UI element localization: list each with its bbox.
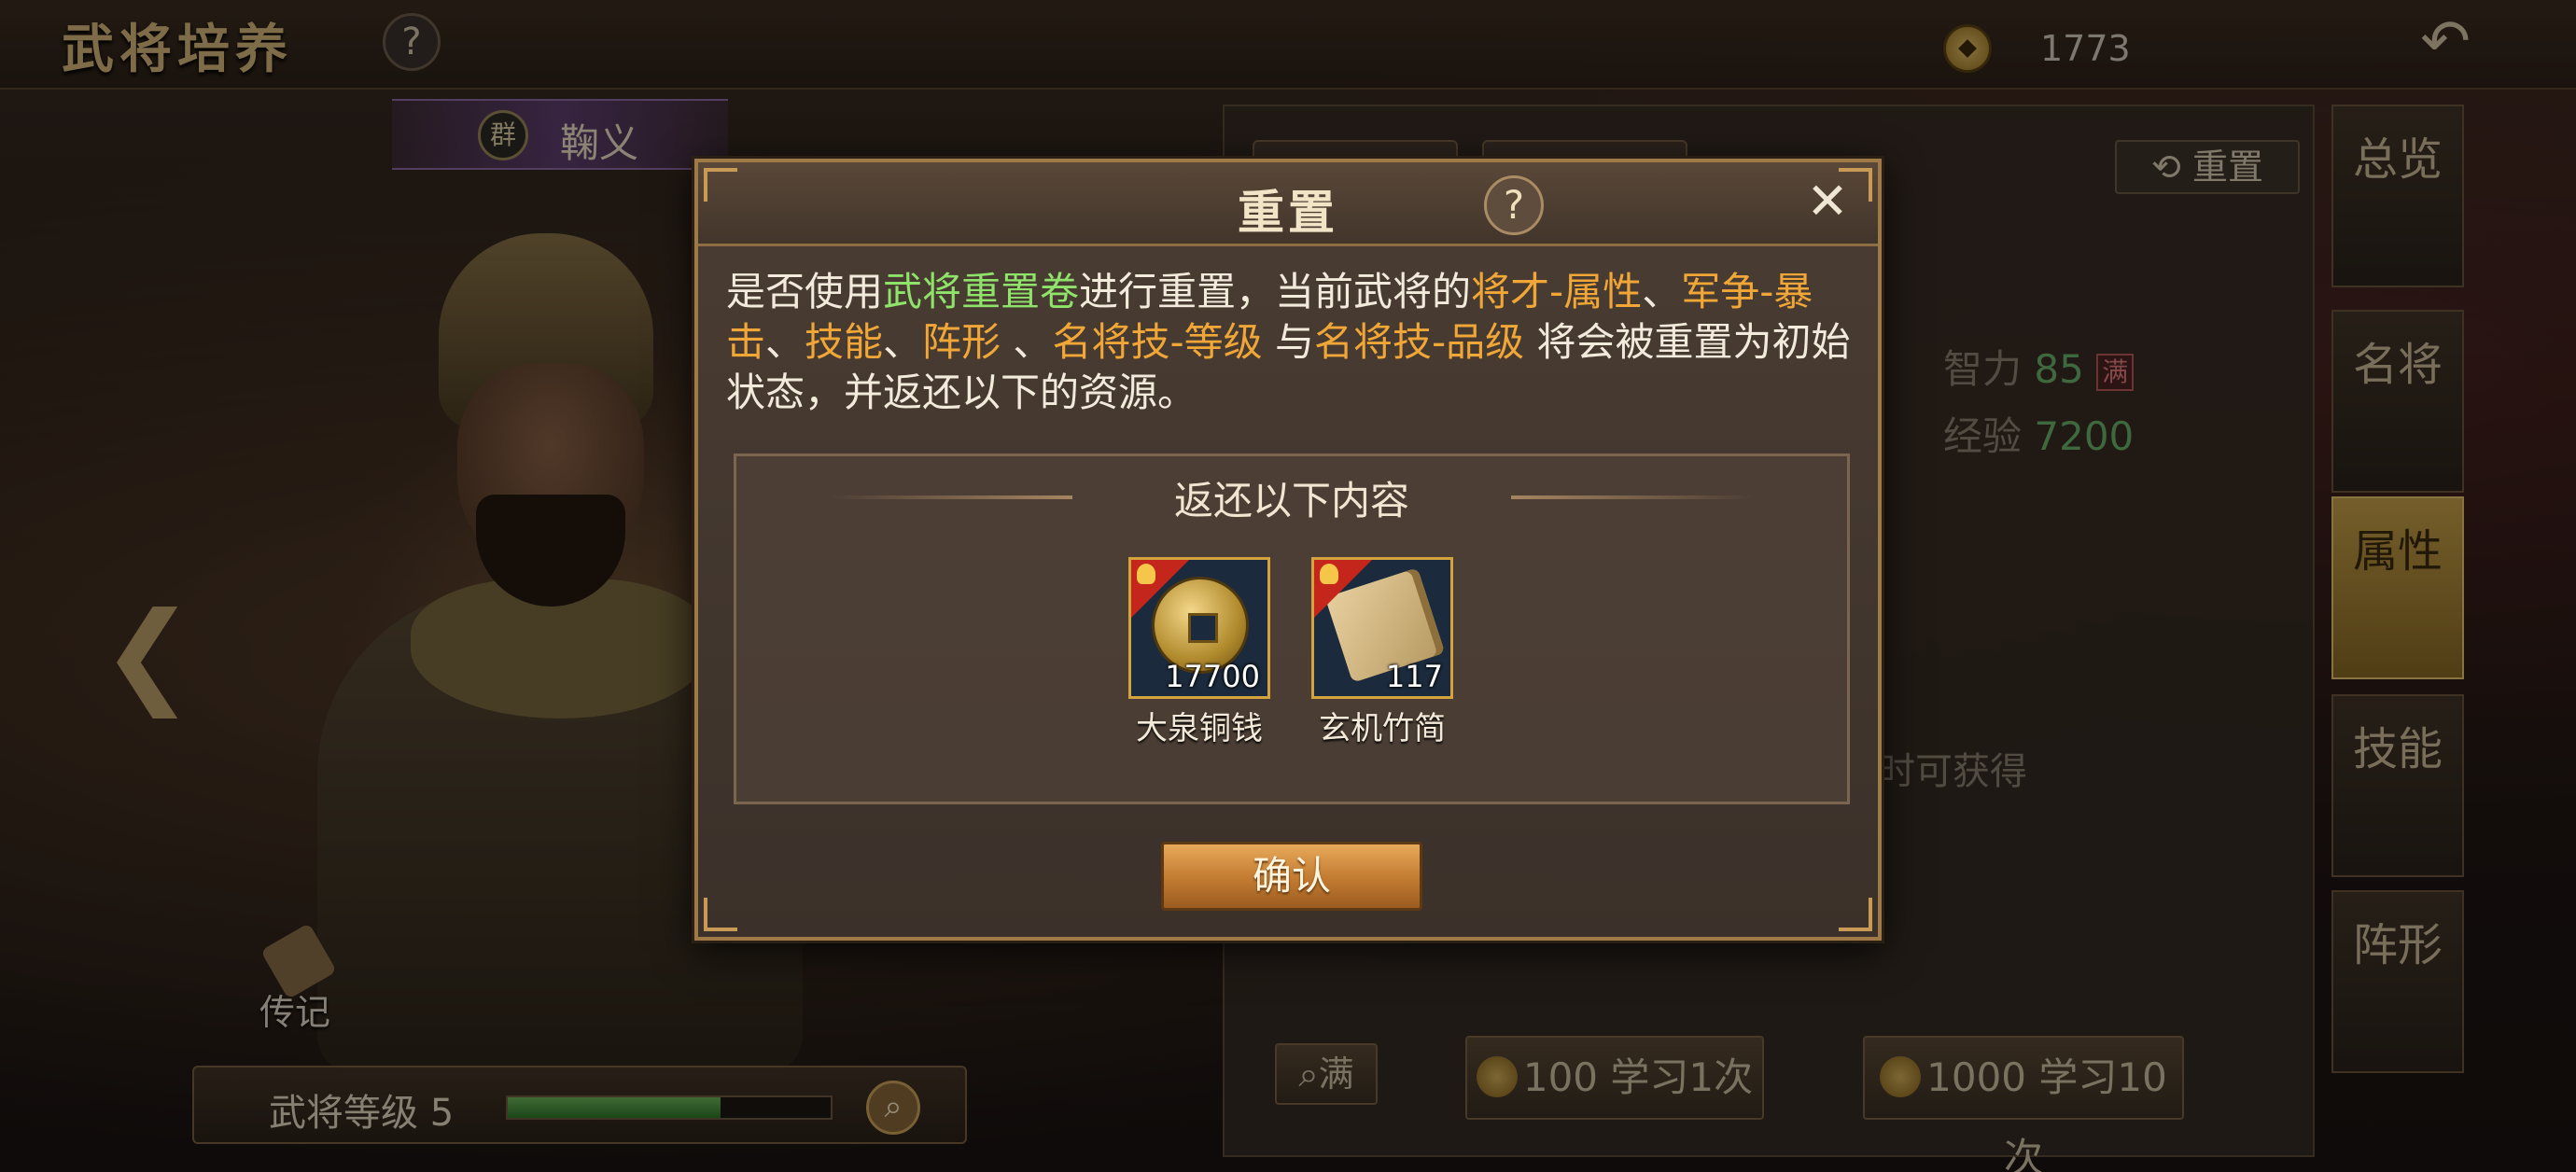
help-icon[interactable]: ? (1484, 175, 1544, 235)
reset-scroll-name: 武将重置卷 (883, 269, 1080, 314)
reward-item[interactable]: 117 玄机竹简 (1311, 557, 1453, 748)
general-bound-icon (1320, 564, 1338, 584)
message-separator: 、 (883, 319, 923, 365)
corner-ornament (704, 898, 737, 931)
dialog-header: 重置 ? ✕ (698, 162, 1878, 246)
reward-name: 大泉铜钱 (1136, 710, 1263, 747)
corner-ornament (1839, 898, 1872, 931)
confirm-button[interactable]: 确认 (1161, 842, 1422, 911)
message-separator: 与 (1262, 319, 1314, 365)
reset-target: 将才-属性 (1471, 269, 1643, 314)
message-separator: 、 (1642, 269, 1682, 314)
reset-target: 名将技-等级 (1052, 319, 1263, 365)
reset-target: 名将技-品级 (1313, 319, 1525, 365)
reset-target: 技能 (805, 319, 884, 365)
reward-item-frame[interactable]: 17700 (1128, 557, 1270, 699)
message-separator: 、 (765, 319, 805, 365)
reward-count: 117 (1385, 659, 1443, 694)
reward-item[interactable]: 17700 大泉铜钱 (1128, 557, 1270, 748)
reset-dialog: 重置 ? ✕ 是否使用武将重置卷进行重置，当前武将的将才-属性、军争-暴击、技能… (694, 159, 1882, 941)
message-text: 进行重置，当前武将的 (1079, 269, 1472, 314)
reset-target: 阵形 (922, 319, 1001, 365)
general-bound-icon (1137, 564, 1155, 584)
reward-title: 返还以下内容 (1173, 478, 1409, 523)
corner-ornament (1839, 168, 1872, 202)
dialog-message: 是否使用武将重置卷进行重置，当前武将的将才-属性、军争-暴击、技能、阵形 、名将… (726, 267, 1855, 418)
reward-count: 17700 (1165, 659, 1260, 694)
message-text: 是否使用 (726, 269, 884, 314)
reward-box: 返还以下内容 17700 大泉铜钱 117 玄机竹简 (734, 453, 1850, 804)
message-separator: 、 (1001, 319, 1053, 365)
dialog-title: 重置 (1238, 186, 1338, 240)
reward-name: 玄机竹简 (1319, 710, 1446, 747)
corner-ornament (704, 168, 737, 202)
reward-item-frame[interactable]: 117 (1311, 557, 1453, 699)
